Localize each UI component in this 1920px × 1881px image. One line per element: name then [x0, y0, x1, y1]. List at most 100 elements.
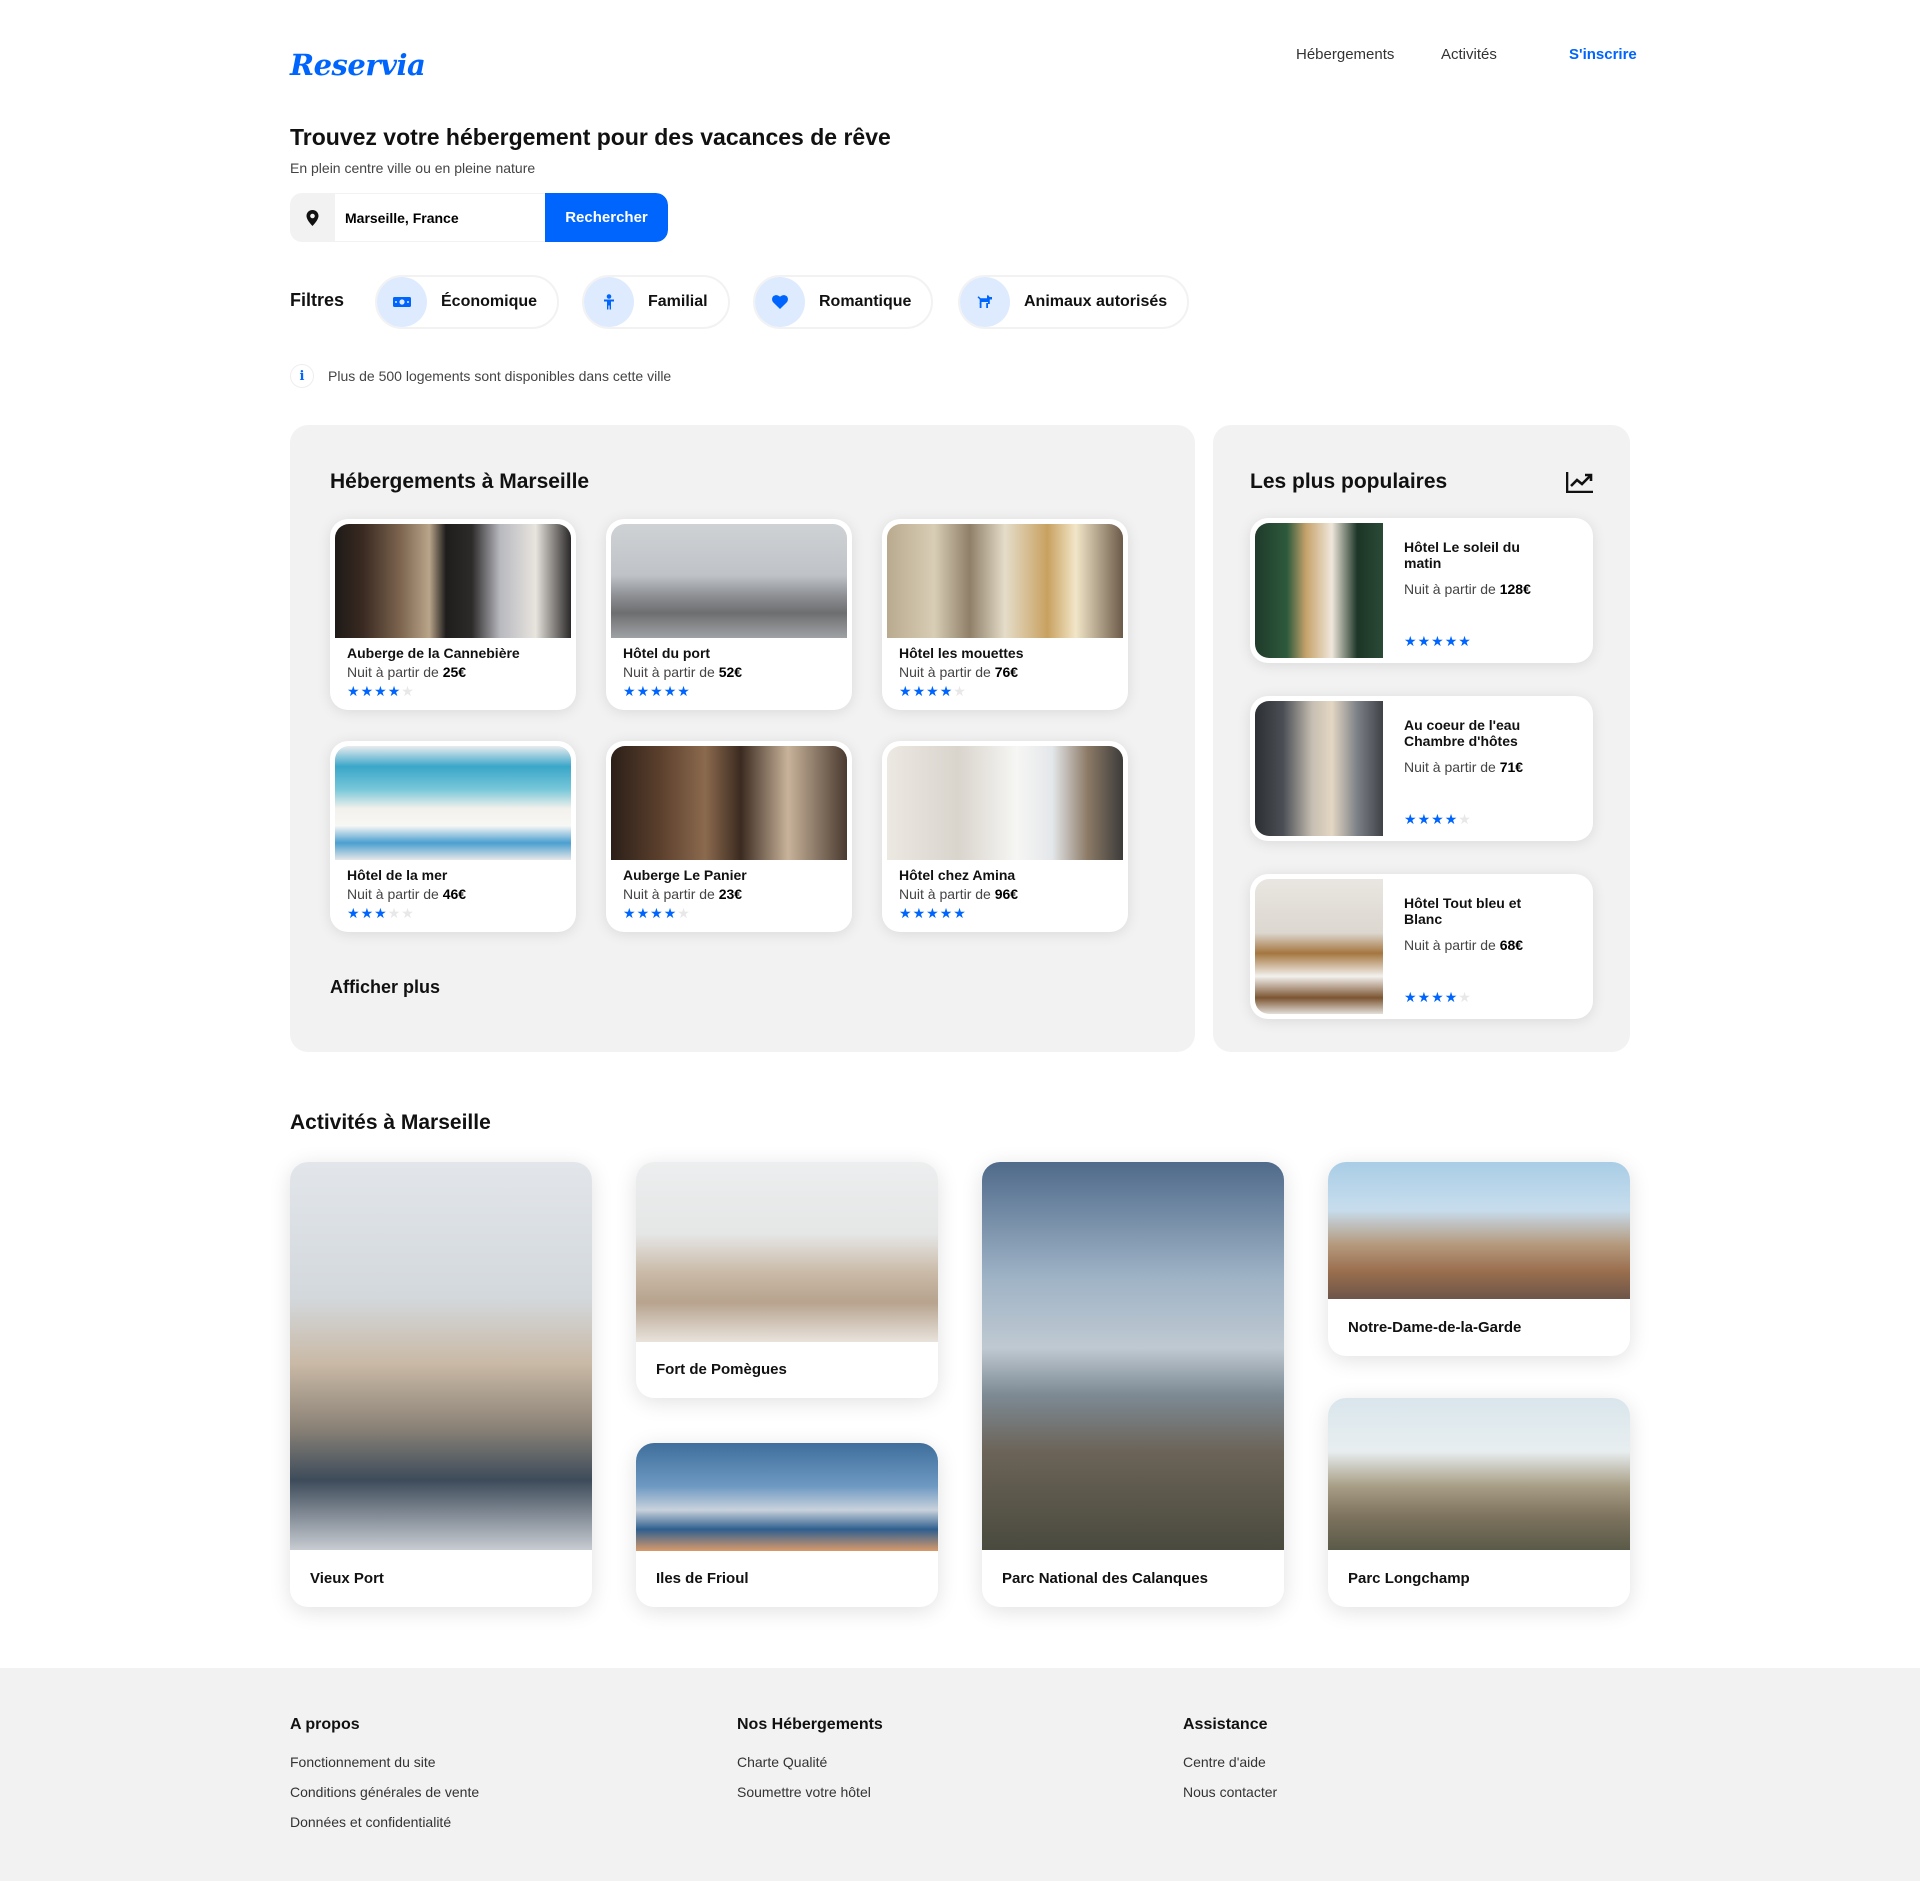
activity-name: Parc Longchamp [1348, 1570, 1470, 1587]
activity-card[interactable]: Vieux Port [290, 1162, 592, 1607]
accommodation-card[interactable]: Auberge Le Panier Nuit à partir de 23€ ★… [606, 741, 852, 932]
footer-link[interactable]: Nous contacter [1183, 1784, 1277, 1800]
star-filled-icon: ★ [623, 905, 637, 921]
popular-name: Hôtel Tout bleu et Blanc [1404, 895, 1522, 927]
popular-price: Nuit à partir de 68€ [1404, 937, 1524, 953]
popular-card[interactable]: Hôtel Le soleil du matin Nuit à partir d… [1250, 518, 1593, 663]
activity-card[interactable]: Fort de Pomègues [636, 1162, 938, 1398]
activity-name: Notre-Dame-de-la-Garde [1348, 1319, 1522, 1336]
star-filled-icon: ★ [926, 905, 940, 921]
money-icon [377, 277, 427, 327]
accommodation-photo [611, 746, 847, 860]
footer: A propos Fonctionnement du site Conditio… [0, 1668, 1920, 1881]
star-filled-icon: ★ [1417, 633, 1432, 649]
accommodation-card[interactable]: Hôtel de la mer Nuit à partir de 46€ ★★★… [330, 741, 576, 932]
accommodation-photo [335, 746, 571, 860]
star-rating: ★★★★★ [1404, 989, 1472, 1006]
star-empty-icon: ★ [401, 905, 415, 921]
popular-price: Nuit à partir de 71€ [1404, 759, 1524, 775]
popular-section: Les plus populaires Hôtel Le soleil du m… [1213, 425, 1630, 1052]
accommodation-name: Auberge Le Panier [623, 867, 747, 883]
star-empty-icon: ★ [1458, 811, 1472, 827]
filter-animaux[interactable]: Animaux autorisés [958, 275, 1190, 329]
star-filled-icon: ★ [374, 683, 388, 699]
star-empty-icon: ★ [387, 905, 402, 921]
footer-heading: Nos Hébergements [737, 1716, 883, 1733]
filter-label: Familial [648, 293, 708, 310]
accommodation-price: Nuit à partir de 52€ [623, 664, 743, 680]
activity-name: Vieux Port [310, 1570, 384, 1587]
popular-card[interactable]: Hôtel Tout bleu et Blanc Nuit à partir d… [1250, 874, 1593, 1019]
signup-link[interactable]: S'inscrire [1569, 46, 1637, 63]
star-filled-icon: ★ [1431, 989, 1445, 1005]
star-rating: ★★★★★ [1404, 633, 1472, 650]
accommodation-card[interactable]: Hôtel chez Amina Nuit à partir de 96€ ★★… [882, 741, 1128, 932]
star-filled-icon: ★ [1417, 989, 1432, 1005]
logo[interactable]: Reservia [290, 48, 426, 82]
star-filled-icon: ★ [374, 905, 388, 921]
activity-card[interactable]: Notre-Dame-de-la-Garde [1328, 1162, 1630, 1356]
accommodation-price: Nuit à partir de 23€ [623, 886, 743, 902]
accommodations-title: Hébergements à Marseille [330, 470, 590, 493]
star-filled-icon: ★ [1417, 811, 1432, 827]
star-filled-icon: ★ [623, 683, 637, 699]
footer-link[interactable]: Charte Qualité [737, 1754, 883, 1770]
footer-link[interactable]: Conditions générales de vente [290, 1784, 479, 1800]
popular-photo [1255, 523, 1383, 658]
star-filled-icon: ★ [1444, 989, 1459, 1005]
filter-label: Économique [441, 293, 538, 310]
popular-name: Hôtel Le soleil du matin [1404, 539, 1520, 571]
nav-activites[interactable]: Activités [1441, 46, 1497, 63]
star-filled-icon: ★ [1444, 811, 1459, 827]
activity-card[interactable]: Parc National des Calanques [982, 1162, 1284, 1607]
filter-economique[interactable]: Économique [375, 275, 560, 329]
dog-icon [960, 277, 1010, 327]
activity-card[interactable]: Iles de Frioul [636, 1443, 938, 1607]
info-banner: i Plus de 500 logements sont disponibles… [290, 364, 671, 388]
activity-photo [1328, 1398, 1630, 1550]
star-rating: ★★★★★ [347, 683, 571, 700]
star-filled-icon: ★ [1404, 633, 1418, 649]
filter-familial[interactable]: Familial [582, 275, 730, 329]
accommodation-photo [887, 746, 1123, 860]
location-pin-icon [290, 193, 335, 242]
accommodation-price: Nuit à partir de 76€ [899, 664, 1019, 680]
activity-card[interactable]: Parc Longchamp [1328, 1398, 1630, 1607]
footer-link[interactable]: Fonctionnement du site [290, 1754, 479, 1770]
star-rating: ★★★★★ [623, 683, 847, 700]
accommodation-photo [887, 524, 1123, 638]
accommodation-card[interactable]: Hôtel du port Nuit à partir de 52€ ★★★★★ [606, 519, 852, 710]
star-filled-icon: ★ [1404, 811, 1418, 827]
star-empty-icon: ★ [953, 683, 967, 699]
star-empty-icon: ★ [1458, 989, 1472, 1005]
star-rating: ★★★★★ [899, 905, 1123, 922]
activity-photo [636, 1162, 938, 1342]
star-empty-icon: ★ [401, 683, 415, 699]
star-filled-icon: ★ [663, 683, 678, 699]
star-filled-icon: ★ [650, 905, 664, 921]
star-filled-icon: ★ [912, 683, 927, 699]
filter-romantique[interactable]: Romantique [753, 275, 934, 329]
star-filled-icon: ★ [636, 683, 651, 699]
footer-link[interactable]: Soumettre votre hôtel [737, 1784, 883, 1800]
show-more-link[interactable]: Afficher plus [330, 977, 440, 998]
star-filled-icon: ★ [899, 905, 913, 921]
search-input[interactable] [335, 193, 545, 242]
star-filled-icon: ★ [939, 683, 954, 699]
accommodation-photo [611, 524, 847, 638]
accommodation-card[interactable]: Hôtel les mouettes Nuit à partir de 76€ … [882, 519, 1128, 710]
footer-link[interactable]: Données et confidentialité [290, 1814, 479, 1830]
accommodation-card[interactable]: Auberge de la Cannebière Nuit à partir d… [330, 519, 576, 710]
filter-label: Romantique [819, 293, 912, 310]
star-filled-icon: ★ [926, 683, 940, 699]
popular-photo [1255, 879, 1383, 1014]
search-button[interactable]: Rechercher [545, 193, 668, 242]
popular-card[interactable]: Au coeur de l'eau Chambre d'hôtes Nuit à… [1250, 696, 1593, 841]
star-rating: ★★★★★ [899, 683, 1123, 700]
accommodation-name: Auberge de la Cannebière [347, 645, 520, 661]
footer-link[interactable]: Centre d'aide [1183, 1754, 1277, 1770]
accommodation-photo [335, 524, 571, 638]
nav-hebergements[interactable]: Hébergements [1296, 46, 1394, 63]
activities-title: Activités à Marseille [290, 1111, 491, 1134]
accommodation-name: Hôtel chez Amina [899, 867, 1016, 883]
